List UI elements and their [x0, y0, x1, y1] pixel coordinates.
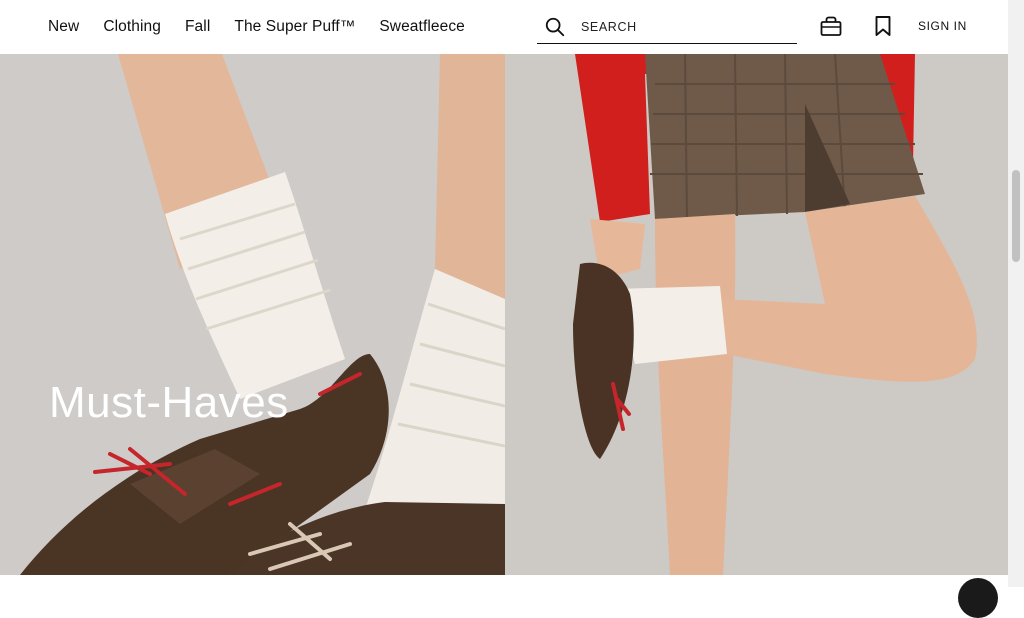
bookmark-icon[interactable] [871, 14, 895, 38]
main-nav: New Clothing Fall The Super Puff™ Sweatf… [48, 0, 465, 54]
site-header: New Clothing Fall The Super Puff™ Sweatf… [0, 0, 1008, 54]
scrollbar[interactable] [1008, 0, 1024, 587]
page-bottom-strip [0, 575, 1008, 587]
socks-shoes-illustration [0, 54, 505, 575]
nav-item-super-puff[interactable]: The Super Puff™ [234, 18, 355, 36]
hero-image-left[interactable]: Must-Haves [0, 54, 505, 575]
hero-image-right[interactable] [505, 54, 1008, 575]
sign-in-link[interactable]: SIGN IN [918, 19, 967, 33]
chat-widget-icon[interactable] [958, 578, 998, 618]
nav-item-clothing[interactable]: Clothing [103, 18, 161, 36]
shopping-bag-icon[interactable] [819, 14, 843, 38]
nav-item-new[interactable]: New [48, 18, 79, 36]
search-icon[interactable] [544, 16, 566, 38]
search-input[interactable] [581, 19, 781, 34]
nav-item-sweatfleece[interactable]: Sweatfleece [379, 18, 465, 36]
scrollbar-thumb[interactable] [1012, 170, 1020, 262]
hero-title: Must-Haves [49, 378, 289, 427]
model-illustration [505, 54, 1008, 575]
search-bar[interactable] [537, 10, 797, 44]
nav-item-fall[interactable]: Fall [185, 18, 210, 36]
